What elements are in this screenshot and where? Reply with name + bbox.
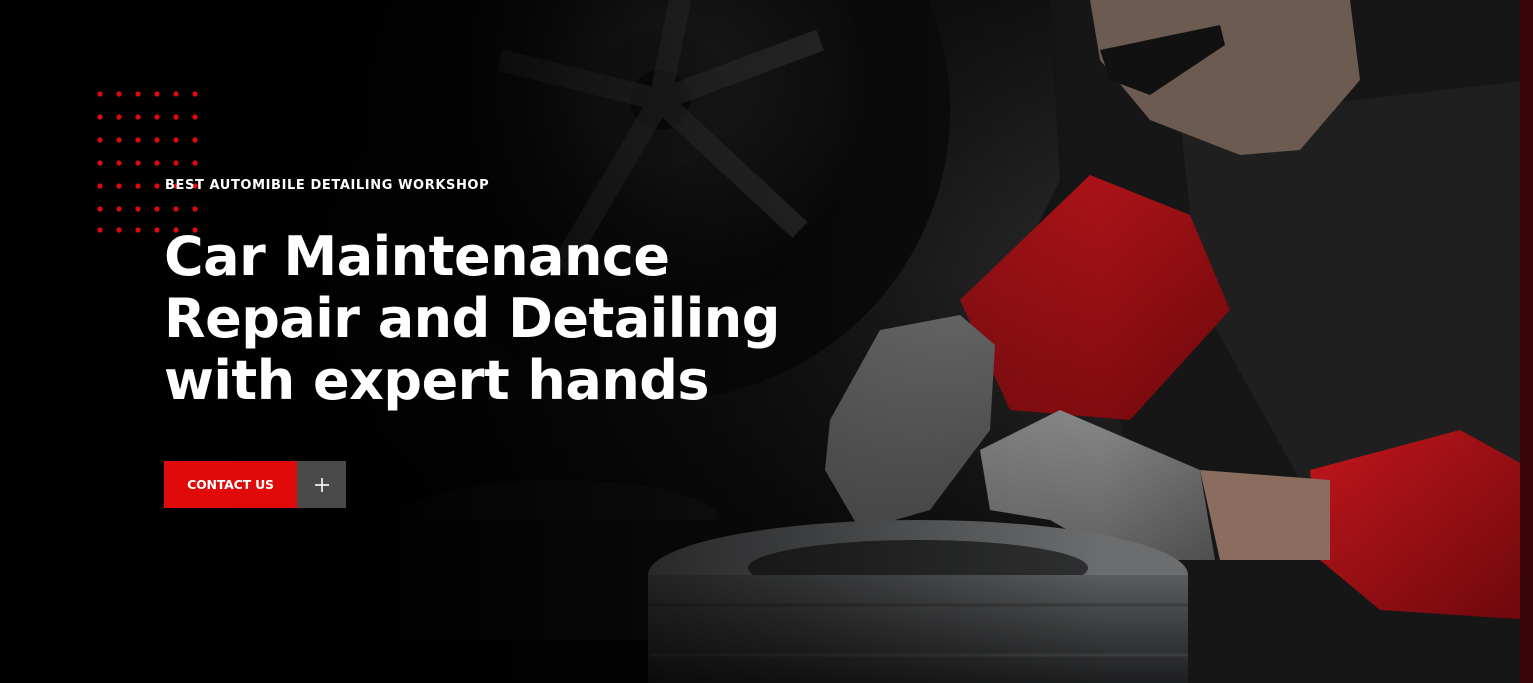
headline-line-1: Car Maintenance — [164, 225, 670, 288]
contact-us-button[interactable]: CONTACT US — [164, 461, 346, 508]
hero-banner: BEST AUTOMIBILE DETAILING WORKSHOP Car M… — [0, 0, 1533, 683]
headline-line-2: Repair and Detailing — [164, 287, 780, 350]
plus-icon[interactable] — [297, 461, 346, 508]
dot-grid-decoration — [97, 91, 198, 233]
hero-headline: Car Maintenance Repair and Detailing wit… — [164, 226, 780, 412]
hero-eyebrow: BEST AUTOMIBILE DETAILING WORKSHOP — [165, 178, 490, 193]
contact-us-label[interactable]: CONTACT US — [164, 461, 297, 508]
headline-line-3: with expert hands — [164, 349, 710, 412]
